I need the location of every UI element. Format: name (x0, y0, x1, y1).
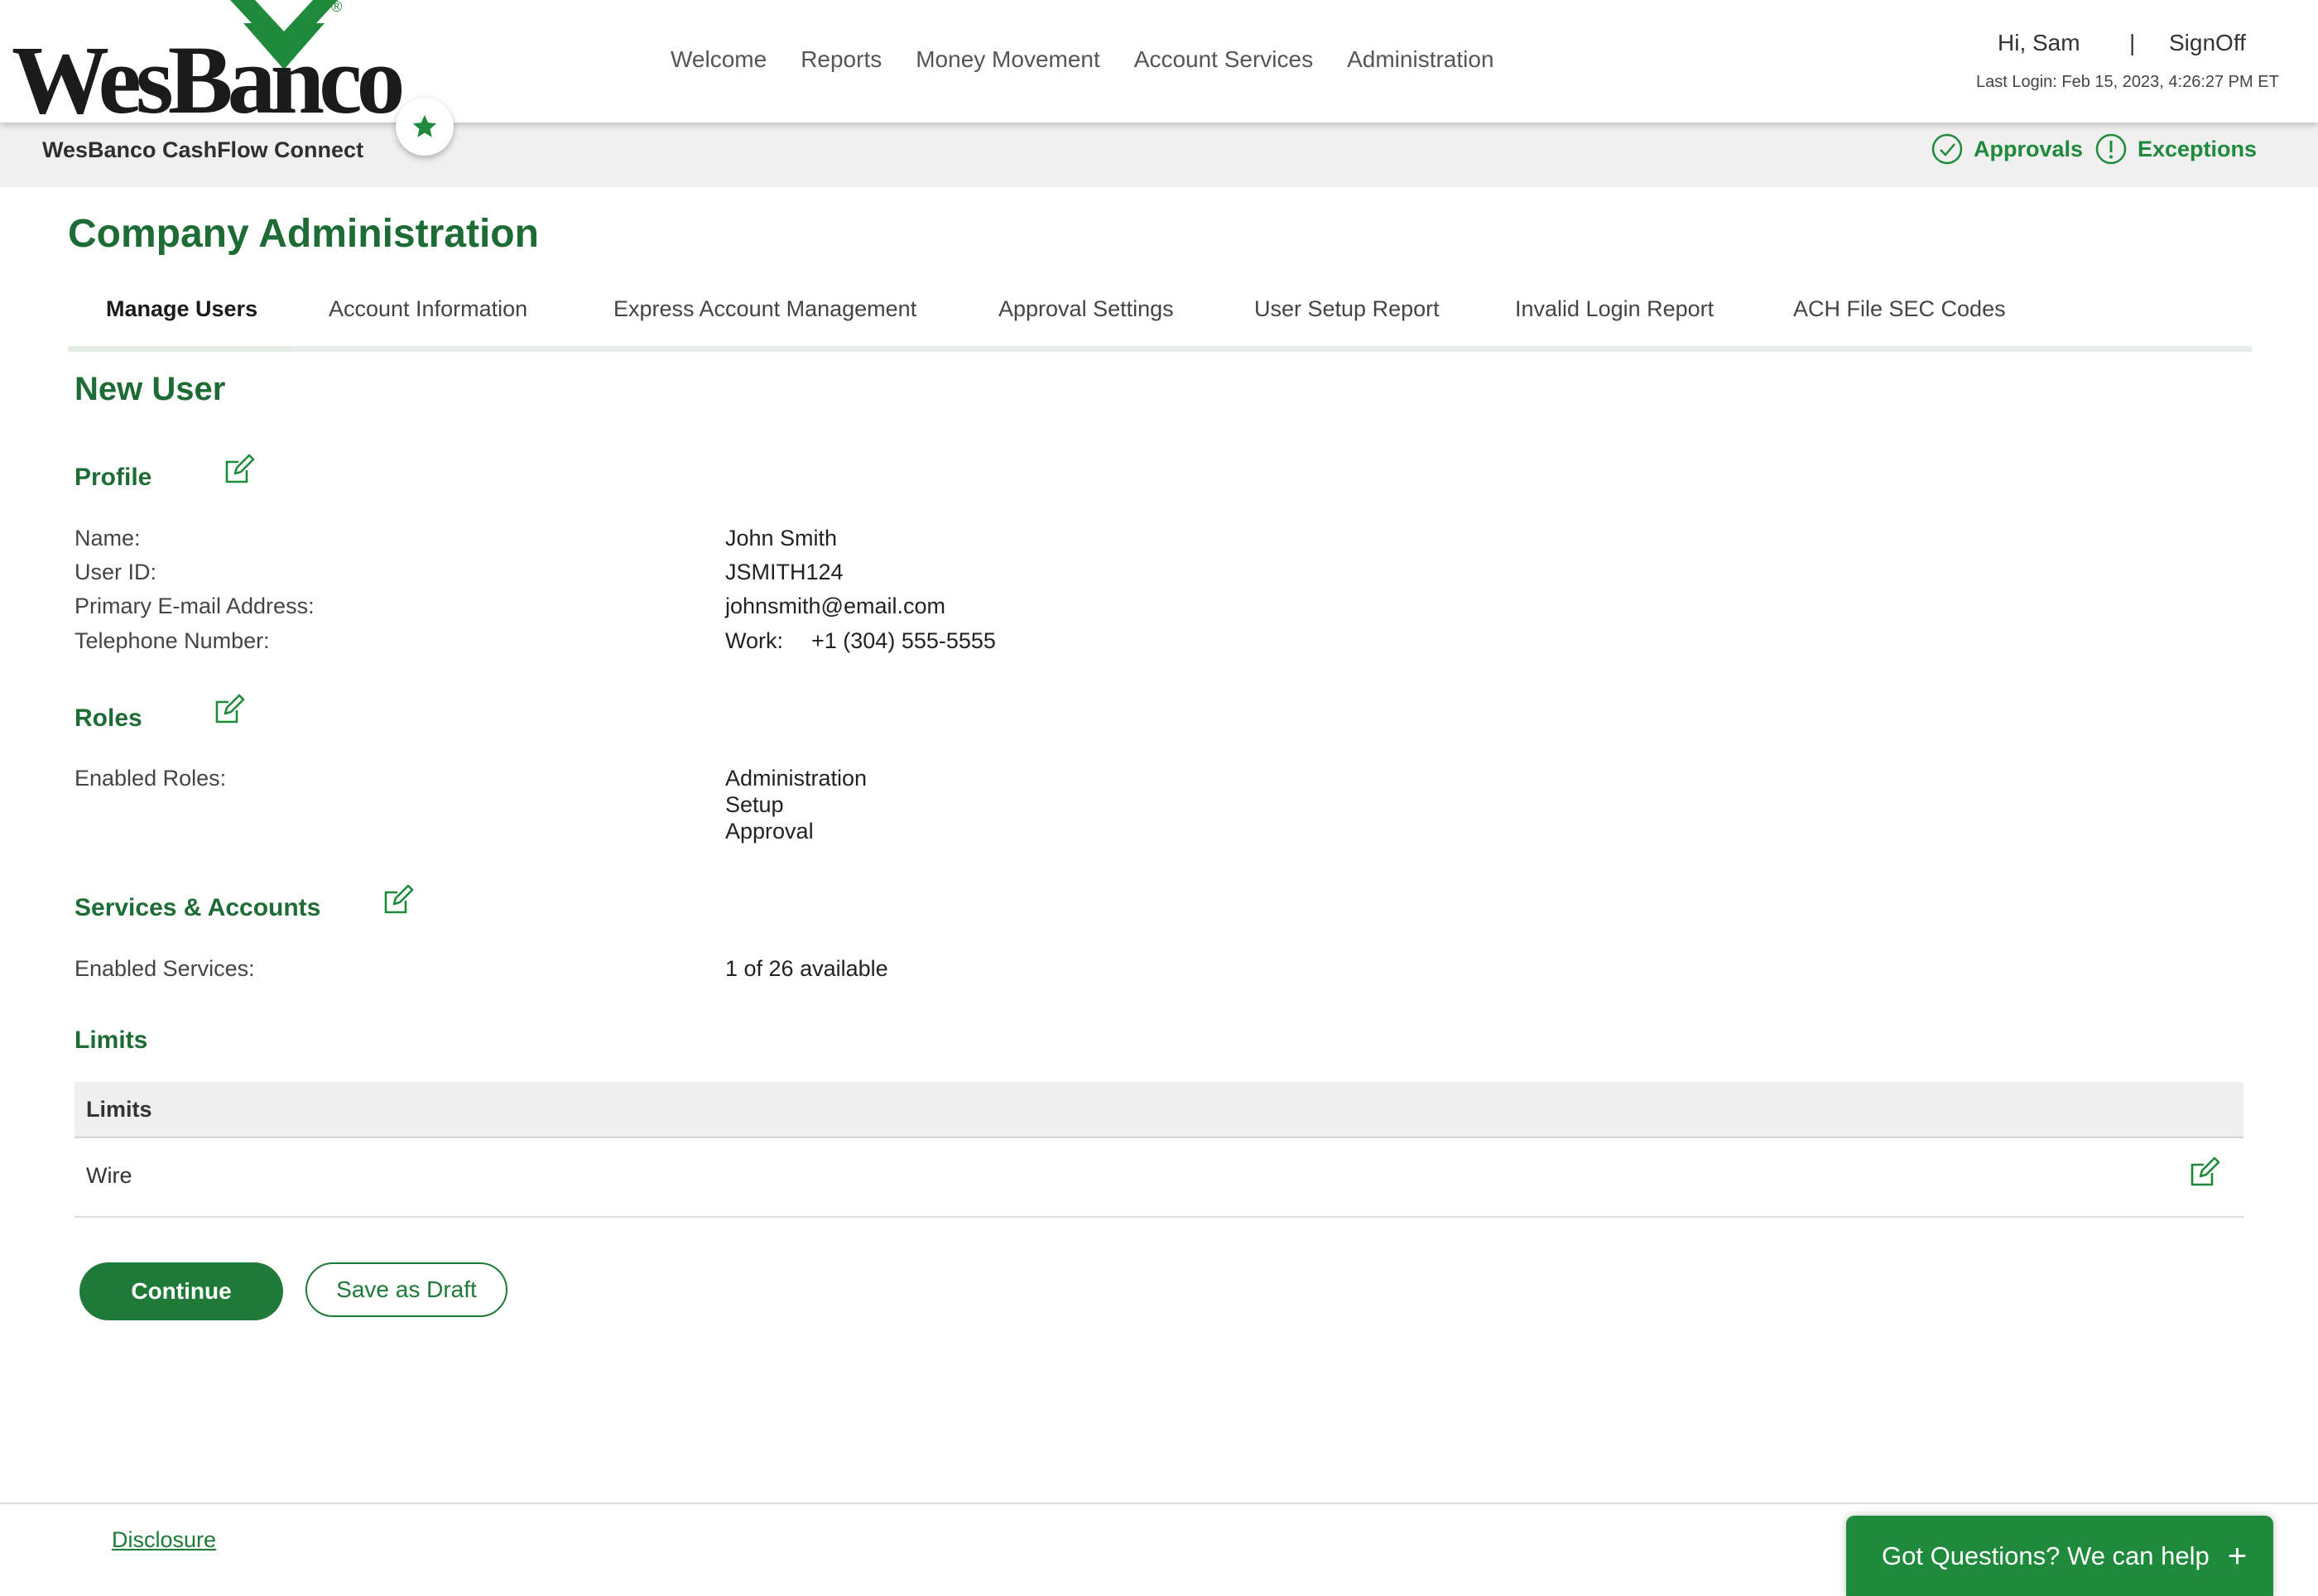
services-label: Enabled Services: (75, 956, 255, 981)
name-label: Name: (75, 526, 141, 550)
favorites-button[interactable] (396, 98, 454, 156)
limit-type-label: Wire (86, 1163, 132, 1188)
tab-express-account-management[interactable]: Express Account Management (613, 296, 916, 322)
wesbanco-logo[interactable]: ® WesBanco (12, 0, 405, 129)
email-label: Primary E-mail Address: (75, 594, 315, 618)
form-heading: New User (75, 371, 226, 407)
userid-value: JSMITH124 (725, 560, 844, 584)
exclamation-circle-icon (2095, 133, 2127, 165)
userid-label: User ID: (75, 560, 157, 584)
check-circle-icon (1931, 133, 1963, 165)
nav-reports[interactable]: Reports (801, 46, 882, 79)
nav-administration[interactable]: Administration (1347, 46, 1493, 79)
limits-table-header: Limits (75, 1082, 2243, 1138)
email-value: johnsmith@email.com (725, 594, 945, 618)
limits-column-header: Limits (86, 1097, 152, 1122)
logo-registered-mark: ® (331, 0, 343, 15)
phone-value: +1 (304) 555-5555 (811, 628, 996, 653)
exceptions-link[interactable]: Exceptions (2094, 132, 2257, 166)
exceptions-label: Exceptions (2138, 136, 2258, 161)
user-greeting: Hi, Sam (1998, 30, 2080, 55)
tab-user-setup-report[interactable]: User Setup Report (1254, 296, 1440, 322)
edit-roles-icon[interactable] (212, 692, 247, 727)
approvals-label: Approvals (1974, 136, 2084, 161)
help-chat-button[interactable]: Got Questions? We can help + (1846, 1516, 2273, 1596)
active-tab-indicator (68, 346, 290, 352)
signoff-link[interactable]: SignOff (2169, 30, 2246, 56)
page-title: Company Administration (68, 212, 539, 256)
main-navigation: Welcome Reports Money Movement Account S… (671, 46, 1528, 79)
nav-welcome[interactable]: Welcome (671, 46, 767, 79)
logo-wordmark: WesBanco (12, 26, 405, 134)
nav-money-movement[interactable]: Money Movement (916, 46, 1100, 79)
tab-account-information[interactable]: Account Information (329, 296, 527, 322)
continue-button[interactable]: Continue (79, 1262, 283, 1320)
edit-profile-icon[interactable] (222, 452, 257, 487)
help-label: Got Questions? We can help (1882, 1541, 2210, 1570)
tab-approval-settings[interactable]: Approval Settings (998, 296, 1174, 322)
roles-label: Enabled Roles: (75, 766, 227, 791)
star-icon (412, 114, 437, 137)
product-name: WesBanco CashFlow Connect (42, 137, 364, 162)
header-separator: | (2129, 30, 2136, 55)
services-value: 1 of 26 available (725, 956, 888, 981)
table-row: Wire (75, 1138, 2243, 1218)
role-item: Setup (725, 792, 784, 817)
limits-section-title: Limits (75, 1026, 148, 1054)
tab-manage-users[interactable]: Manage Users (106, 296, 257, 322)
edit-services-icon[interactable] (381, 882, 416, 917)
profile-section-title: Profile (75, 464, 152, 491)
approvals-link[interactable]: Approvals (1931, 132, 2083, 166)
footer-divider (0, 1502, 2318, 1504)
tab-invalid-login-report[interactable]: Invalid Login Report (1515, 296, 1714, 322)
roles-section-title: Roles (75, 704, 142, 732)
plus-icon: + (2227, 1537, 2248, 1574)
last-login: Last Login: Feb 15, 2023, 4:26:27 PM ET (1976, 73, 2279, 91)
disclosure-link[interactable]: Disclosure (112, 1527, 216, 1553)
role-item: Approval (725, 819, 814, 844)
role-item: Administration (725, 766, 868, 791)
phone-label: Telephone Number: (75, 628, 270, 653)
services-section-title: Services & Accounts (75, 894, 321, 921)
admin-tabs: Manage Users Account Information Express… (68, 296, 2252, 352)
edit-wire-limit-icon[interactable] (2187, 1155, 2222, 1190)
nav-account-services[interactable]: Account Services (1134, 46, 1313, 79)
save-draft-button[interactable]: Save as Draft (305, 1262, 507, 1317)
name-value: John Smith (725, 526, 838, 550)
phone-type: Work: (725, 628, 784, 653)
tab-ach-file-sec-codes[interactable]: ACH File SEC Codes (1793, 296, 2006, 322)
